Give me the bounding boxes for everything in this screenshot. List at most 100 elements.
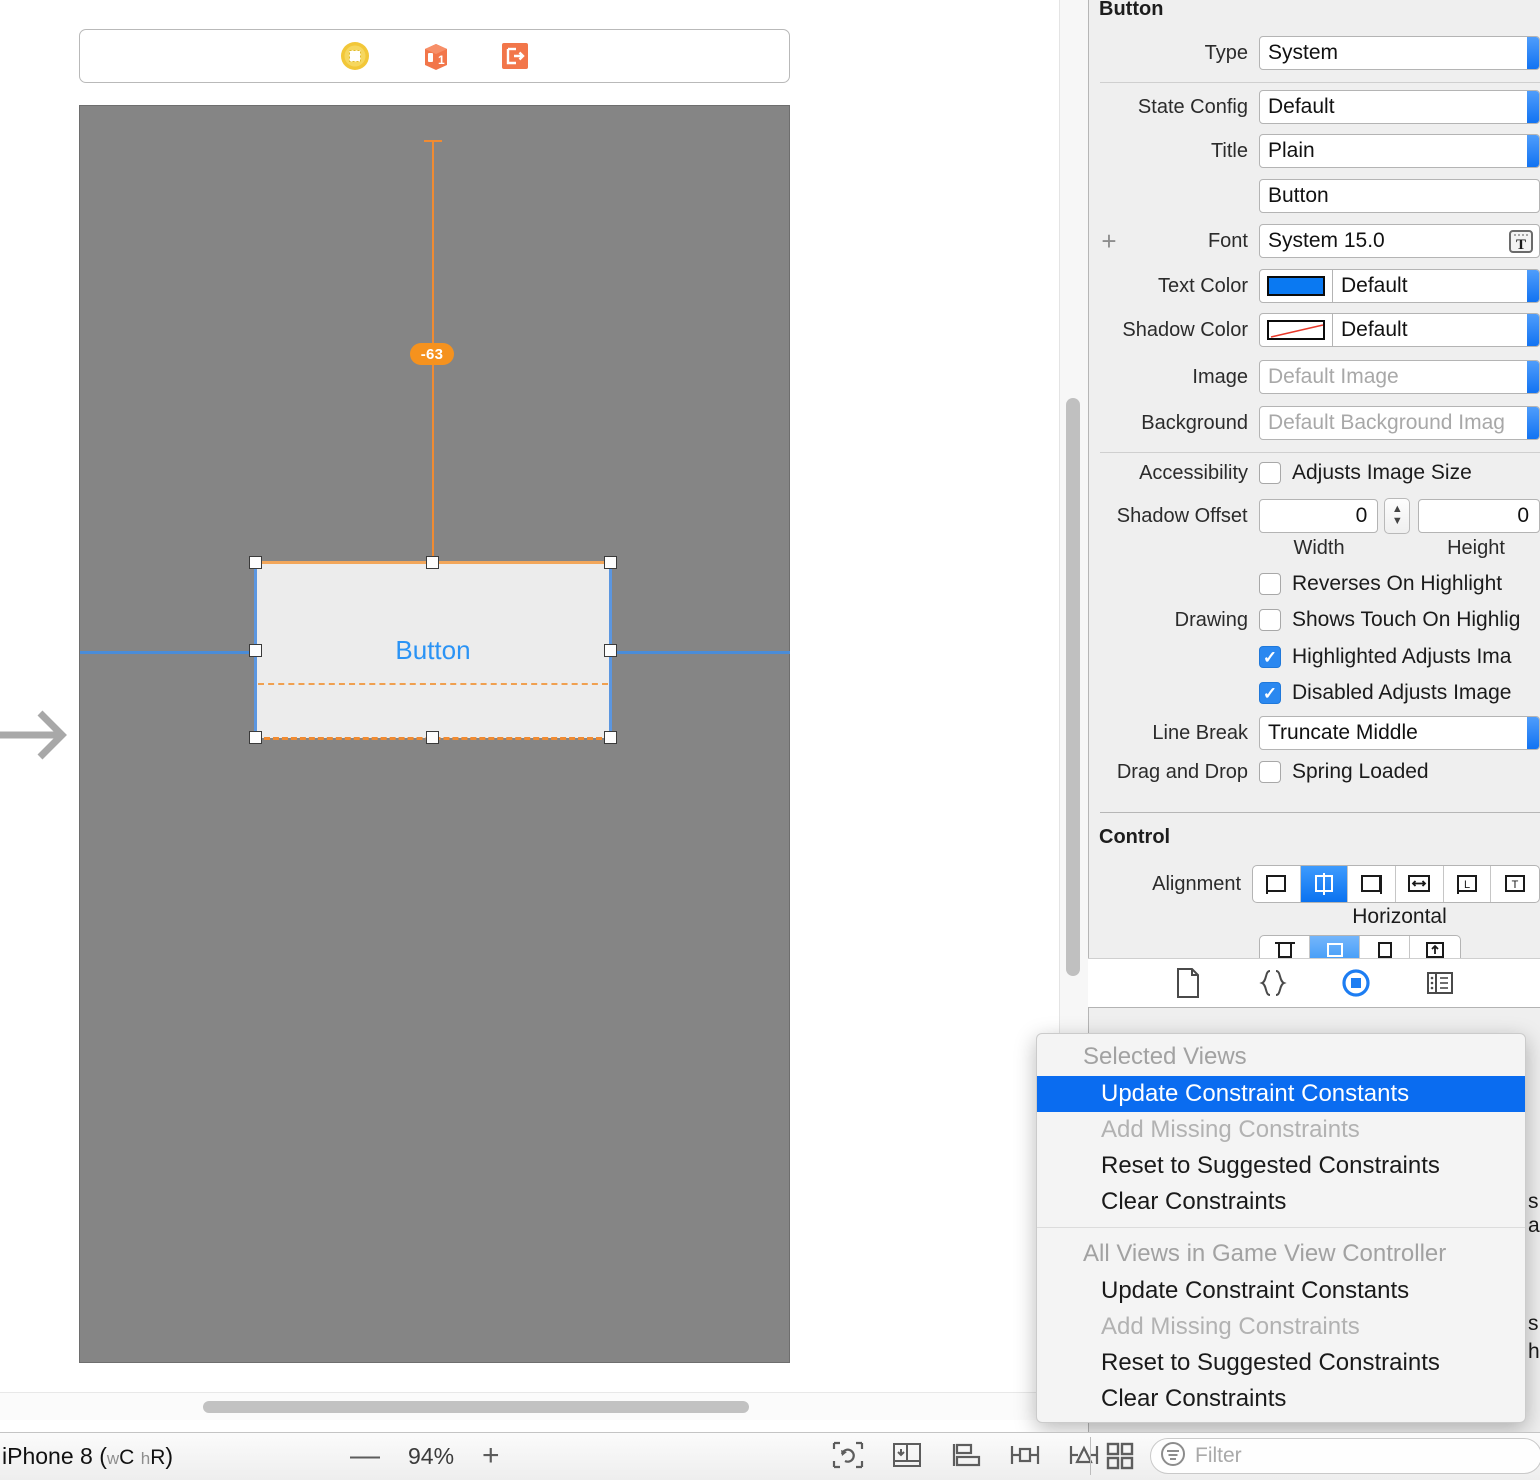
filter-input[interactable]: Filter bbox=[1150, 1438, 1540, 1474]
align-left-icon[interactable] bbox=[1253, 866, 1301, 902]
device-configuration-button[interactable]: iPhone 8 (wC hR) bbox=[2, 1443, 173, 1470]
horizontal-alignment-segmented[interactable]: L T bbox=[1252, 865, 1540, 903]
row-drawing[interactable]: Drawing Shows Touch On Highlig bbox=[1100, 608, 1540, 632]
shadow-offset-width-input[interactable]: 0 bbox=[1258, 499, 1379, 533]
attributes-inspector-tab[interactable] bbox=[1422, 965, 1458, 1001]
menu-item-add-missing-constraints-selected[interactable]: Add Missing Constraints bbox=[1037, 1112, 1525, 1148]
row-shadow-color[interactable]: Shadow Color Default bbox=[1100, 313, 1540, 347]
zoom-out-button[interactable]: — bbox=[350, 1441, 380, 1471]
type-popup[interactable]: System bbox=[1259, 36, 1540, 70]
highlighted-adjusts-image-checkbox[interactable] bbox=[1259, 646, 1281, 668]
font-field[interactable]: System 15.0 T bbox=[1259, 224, 1540, 258]
row-highlighted-adjusts-image[interactable]: Highlighted Adjusts Ima bbox=[1259, 645, 1511, 669]
resize-handle-bottom-center[interactable] bbox=[426, 731, 439, 744]
shadow-offset-stepper[interactable]: ▲ ▼ bbox=[1384, 498, 1411, 534]
inspector-scrollbar[interactable] bbox=[1066, 398, 1080, 976]
menu-item-update-constraint-constants-selected[interactable]: Update Constraint Constants bbox=[1037, 1076, 1525, 1112]
reverses-on-highlight-checkbox[interactable] bbox=[1259, 573, 1281, 595]
interface-builder-canvas[interactable]: 1 -63 Button bbox=[0, 0, 1088, 1432]
view-controller-icon[interactable] bbox=[338, 39, 372, 73]
resolve-auto-layout-issues-icon[interactable] bbox=[1066, 1437, 1102, 1473]
align-leading-icon[interactable]: L bbox=[1444, 866, 1492, 902]
shadow-color-popup[interactable]: Default bbox=[1333, 313, 1540, 347]
text-color-swatch[interactable] bbox=[1259, 269, 1333, 303]
state-config-popup[interactable]: Default bbox=[1259, 90, 1540, 124]
text-color-popup[interactable]: Default bbox=[1333, 269, 1540, 303]
row-type[interactable]: Type System bbox=[1100, 36, 1540, 70]
row-accessibility[interactable]: Accessibility Adjusts Image Size bbox=[1100, 461, 1540, 485]
canvas-horizontal-scroll-track[interactable] bbox=[0, 1392, 1088, 1420]
zoom-controls[interactable]: — 94% + bbox=[350, 1441, 500, 1471]
shadow-color-control[interactable]: Default bbox=[1259, 313, 1540, 347]
exit-icon[interactable] bbox=[498, 39, 532, 73]
first-responder-icon[interactable]: 1 bbox=[418, 39, 452, 73]
menu-item-clear-constraints-selected[interactable]: Clear Constraints bbox=[1037, 1184, 1525, 1220]
adjusts-image-size-checkbox[interactable] bbox=[1259, 462, 1281, 484]
row-disabled-adjusts-image[interactable]: Disabled Adjusts Image bbox=[1259, 681, 1511, 705]
background-popup[interactable]: Default Background Imag bbox=[1259, 406, 1540, 440]
align-icon[interactable] bbox=[948, 1437, 984, 1473]
resize-handle-top-right[interactable] bbox=[604, 556, 617, 569]
chevron-down-icon bbox=[1527, 135, 1539, 167]
resize-handle-top-center[interactable] bbox=[426, 556, 439, 569]
resolve-auto-layout-issues-menu[interactable]: Selected Views Update Constraint Constan… bbox=[1036, 1033, 1526, 1423]
align-right-icon[interactable] bbox=[1348, 866, 1397, 902]
resize-handle-middle-right[interactable] bbox=[604, 644, 617, 657]
line-break-popup[interactable]: Truncate Middle bbox=[1259, 716, 1540, 750]
row-shadow-offset[interactable]: Shadow Offset 0 ▲ ▼ 0 bbox=[1100, 498, 1540, 534]
obscured-fragment-3: s bbox=[1528, 1312, 1539, 1335]
menu-item-add-missing-constraints-all[interactable]: Add Missing Constraints bbox=[1037, 1309, 1525, 1345]
canvas-button[interactable]: Button bbox=[255, 562, 611, 738]
document-outline-icon[interactable] bbox=[1102, 1438, 1138, 1474]
identity-inspector-tab[interactable] bbox=[1338, 965, 1374, 1001]
font-picker-icon[interactable]: T bbox=[1507, 227, 1535, 261]
update-frames-icon[interactable] bbox=[830, 1437, 866, 1473]
menu-item-reset-to-suggested-constraints-selected[interactable]: Reset to Suggested Constraints bbox=[1037, 1148, 1525, 1184]
align-center-icon[interactable] bbox=[1300, 866, 1349, 902]
disabled-adjusts-image-checkbox[interactable] bbox=[1259, 682, 1281, 704]
image-popup[interactable]: Default Image bbox=[1259, 360, 1540, 394]
resize-handle-bottom-left[interactable] bbox=[249, 731, 262, 744]
shows-touch-on-highlight-checkbox[interactable] bbox=[1259, 609, 1281, 631]
menu-item-reset-to-suggested-constraints-all[interactable]: Reset to Suggested Constraints bbox=[1037, 1345, 1525, 1381]
section-header-control: Control bbox=[1099, 826, 1171, 848]
row-background[interactable]: Background Default Background Imag bbox=[1100, 406, 1540, 440]
row-text-color[interactable]: Text Color Default bbox=[1100, 269, 1540, 303]
zoom-in-button[interactable]: + bbox=[482, 1441, 500, 1471]
row-drag-and-drop[interactable]: Drag and Drop Spring Loaded bbox=[1100, 760, 1540, 784]
row-reverses-on-highlight[interactable]: Reverses On Highlight bbox=[1259, 572, 1502, 596]
row-alignment[interactable]: Alignment L T bbox=[1100, 865, 1540, 903]
align-fill-icon[interactable] bbox=[1396, 866, 1444, 902]
title-style-popup[interactable]: Plain bbox=[1259, 134, 1540, 168]
add-new-constraints-icon[interactable] bbox=[1007, 1437, 1043, 1473]
embed-in-icon[interactable] bbox=[889, 1437, 925, 1473]
constraint-constant-badge[interactable]: -63 bbox=[410, 343, 454, 365]
row-font[interactable]: + Font System 15.0 T bbox=[1100, 224, 1540, 258]
row-state-config[interactable]: State Config Default bbox=[1100, 90, 1540, 124]
add-font-variation-button[interactable]: + bbox=[1100, 226, 1118, 257]
row-image[interactable]: Image Default Image bbox=[1100, 360, 1540, 394]
inspector-tab-bar[interactable] bbox=[1088, 958, 1540, 1008]
shadow-color-swatch[interactable] bbox=[1259, 313, 1333, 347]
row-title[interactable]: Title Plain bbox=[1100, 134, 1540, 168]
auto-layout-toolbar[interactable] bbox=[830, 1437, 1102, 1473]
resize-handle-middle-left[interactable] bbox=[249, 644, 262, 657]
row-title-text[interactable]: Button bbox=[1259, 179, 1540, 213]
menu-item-clear-constraints-all[interactable]: Clear Constraints bbox=[1037, 1381, 1525, 1417]
spring-loaded-checkbox[interactable] bbox=[1259, 761, 1281, 783]
menu-item-update-constraint-constants-all[interactable]: Update Constraint Constants bbox=[1037, 1273, 1525, 1309]
shadow-offset-height-input[interactable]: 0 bbox=[1418, 499, 1540, 533]
scene-dock[interactable]: 1 bbox=[79, 29, 790, 83]
spring-loaded-label: Spring Loaded bbox=[1292, 760, 1429, 783]
canvas-horizontal-scrollbar[interactable] bbox=[203, 1401, 749, 1413]
label-text-color: Text Color bbox=[1157, 274, 1248, 297]
quick-help-tab[interactable] bbox=[1254, 965, 1290, 1001]
resize-handle-top-left[interactable] bbox=[249, 556, 262, 569]
resize-handle-bottom-right[interactable] bbox=[604, 731, 617, 744]
row-line-break[interactable]: Line Break Truncate Middle bbox=[1100, 716, 1540, 750]
svg-text:L: L bbox=[1464, 879, 1470, 891]
align-trailing-icon[interactable]: T bbox=[1491, 866, 1539, 902]
file-inspector-tab[interactable] bbox=[1170, 965, 1206, 1001]
text-color-control[interactable]: Default bbox=[1259, 269, 1540, 303]
title-text-input[interactable]: Button bbox=[1259, 179, 1540, 213]
